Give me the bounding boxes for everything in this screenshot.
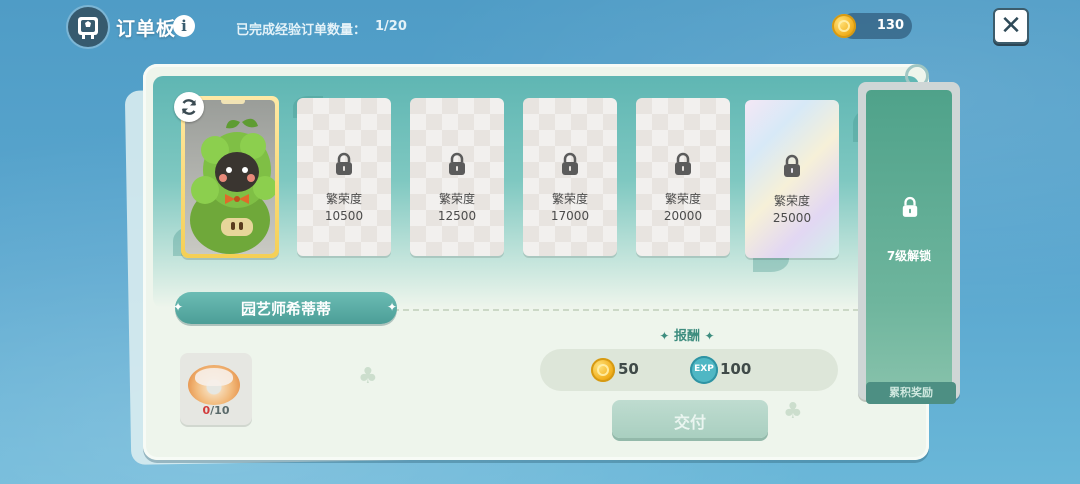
lock-icon (675, 152, 691, 175)
lock-icon (336, 152, 352, 175)
card-label: 繁荣度 (438, 192, 475, 206)
reward-bar (540, 349, 838, 391)
card-requirement: 10500 (324, 209, 364, 223)
sparkle-icon: ✦ (387, 300, 398, 314)
reward-title: ✦ 报酬 ✦ (659, 329, 715, 344)
card-label: 繁荣度 (773, 194, 810, 208)
close-icon: ✕ (1000, 11, 1022, 41)
cumulative-reward-inner (866, 90, 952, 392)
item-count: 0/10 (202, 404, 230, 417)
coin-icon (591, 358, 615, 382)
divider (393, 309, 919, 311)
coin-balance-value: 130 (876, 18, 904, 33)
locked-order-card-special[interactable]: 繁荣度 25000 (745, 100, 839, 258)
character-portrait (185, 100, 275, 254)
clover-decoration: ♣ (783, 399, 803, 424)
card-requirement: 17000 (550, 209, 590, 223)
page-title: 订单板 (116, 18, 177, 40)
locked-order-card[interactable]: 繁荣度 10500 (297, 98, 391, 256)
clover-decoration: ♣ (358, 364, 378, 389)
top-bar: 订单板 i 已完成经验订单数量： 1/20 130 ✕ (0, 0, 1080, 56)
card-label: 繁荣度 (551, 192, 588, 206)
reward-coin-value: 50 (618, 360, 639, 378)
lock-icon (784, 154, 800, 177)
leaf-character-illustration (190, 118, 275, 254)
card-label: 繁荣度 (325, 192, 362, 206)
deliver-button-label: 交付 (673, 413, 706, 432)
locked-order-card[interactable]: 繁荣度 20000 (636, 98, 730, 256)
card-requirement: 25000 (772, 211, 812, 225)
refresh-icon (181, 99, 197, 115)
refresh-button[interactable] (174, 92, 204, 122)
sparkle-icon: ✦ (659, 329, 670, 343)
close-button[interactable]: ✕ (993, 8, 1029, 44)
lock-icon (449, 152, 465, 175)
card-label: 繁荣度 (664, 192, 701, 206)
exp-icon: EXP (690, 356, 718, 384)
locked-order-card[interactable]: 繁荣度 12500 (410, 98, 504, 256)
cumulative-reward-label: 累积奖励 (866, 382, 956, 404)
deliver-button[interactable]: 交付 (612, 400, 768, 438)
lock-icon (902, 196, 918, 217)
sparkle-icon: ✦ (704, 329, 715, 343)
unlock-requirement: 7级解锁 (886, 249, 932, 263)
coin-icon (832, 14, 856, 38)
card-requirement: 20000 (663, 209, 703, 223)
donut-item-icon (188, 365, 240, 405)
reward-exp-value: 100 (720, 360, 752, 378)
customer-name: 园艺师希蒂蒂 (240, 300, 331, 318)
lock-icon (562, 152, 578, 175)
card-requirement: 12500 (437, 209, 477, 223)
info-icon[interactable]: i (173, 15, 195, 37)
locked-order-card[interactable]: 繁荣度 17000 (523, 98, 617, 256)
cumulative-reward-panel[interactable] (858, 82, 960, 400)
progress-label: 已完成经验订单数量： (236, 23, 367, 38)
progress-value: 1/20 (375, 19, 407, 34)
order-board-icon (68, 7, 108, 47)
customer-name-banner: ✦ 园艺师希蒂蒂 ✦ (173, 292, 398, 324)
